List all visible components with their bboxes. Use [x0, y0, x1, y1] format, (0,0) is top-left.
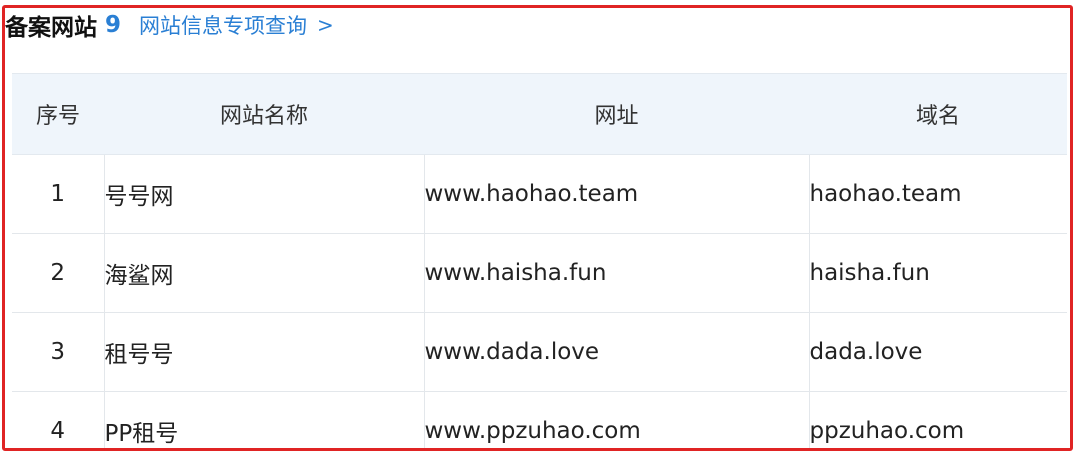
- row-site-name: 租号号: [104, 312, 425, 392]
- row-url-link[interactable]: www.dada.love: [424, 312, 810, 392]
- section-header: 备案网站 9 网站信息专项查询 >: [5, 8, 334, 42]
- special-query-link-label[interactable]: 网站信息专项查询: [139, 10, 307, 40]
- row-domain: haohao.team: [809, 154, 1067, 234]
- row-site-name: PP租号: [104, 391, 425, 448]
- row-url-link[interactable]: www.haisha.fun: [424, 233, 810, 313]
- row-no: 2: [12, 233, 105, 313]
- col-header-url: 网址: [424, 73, 809, 155]
- table-row: 2 海鲨网 www.haisha.fun haisha.fun: [12, 233, 1067, 313]
- site-count: 9: [105, 12, 122, 38]
- row-domain: ppzuhao.com: [809, 391, 1067, 448]
- row-site-name: 号号网: [104, 154, 425, 234]
- row-no: 3: [12, 312, 105, 392]
- special-query-link[interactable]: 网站信息专项查询 >: [139, 10, 334, 40]
- row-domain: haisha.fun: [809, 233, 1067, 313]
- table-row: 1 号号网 www.haohao.team haohao.team: [12, 154, 1067, 234]
- table-row: 4 PP租号 www.ppzuhao.com ppzuhao.com: [12, 391, 1067, 448]
- col-header-no: 序号: [12, 73, 104, 155]
- row-site-name: 海鲨网: [104, 233, 425, 313]
- col-header-domain: 域名: [809, 73, 1067, 155]
- row-domain: dada.love: [809, 312, 1067, 392]
- col-header-name: 网站名称: [104, 73, 424, 155]
- chevron-right-icon[interactable]: >: [317, 13, 334, 37]
- highlight-frame: 备案网站 9 网站信息专项查询 > 序号 网站名称 网址 域名 1 号号网 ww…: [2, 5, 1073, 451]
- filed-sites-table: 序号 网站名称 网址 域名 1 号号网 www.haohao.team haoh…: [12, 73, 1067, 448]
- row-url-link[interactable]: www.ppzuhao.com: [424, 391, 810, 448]
- section-title: 备案网站: [5, 15, 97, 41]
- table-row: 3 租号号 www.dada.love dada.love: [12, 312, 1067, 392]
- row-url-link[interactable]: www.haohao.team: [424, 154, 810, 234]
- row-no: 4: [12, 391, 105, 448]
- row-no: 1: [12, 154, 105, 234]
- table-header-row: 序号 网站名称 网址 域名: [12, 73, 1067, 155]
